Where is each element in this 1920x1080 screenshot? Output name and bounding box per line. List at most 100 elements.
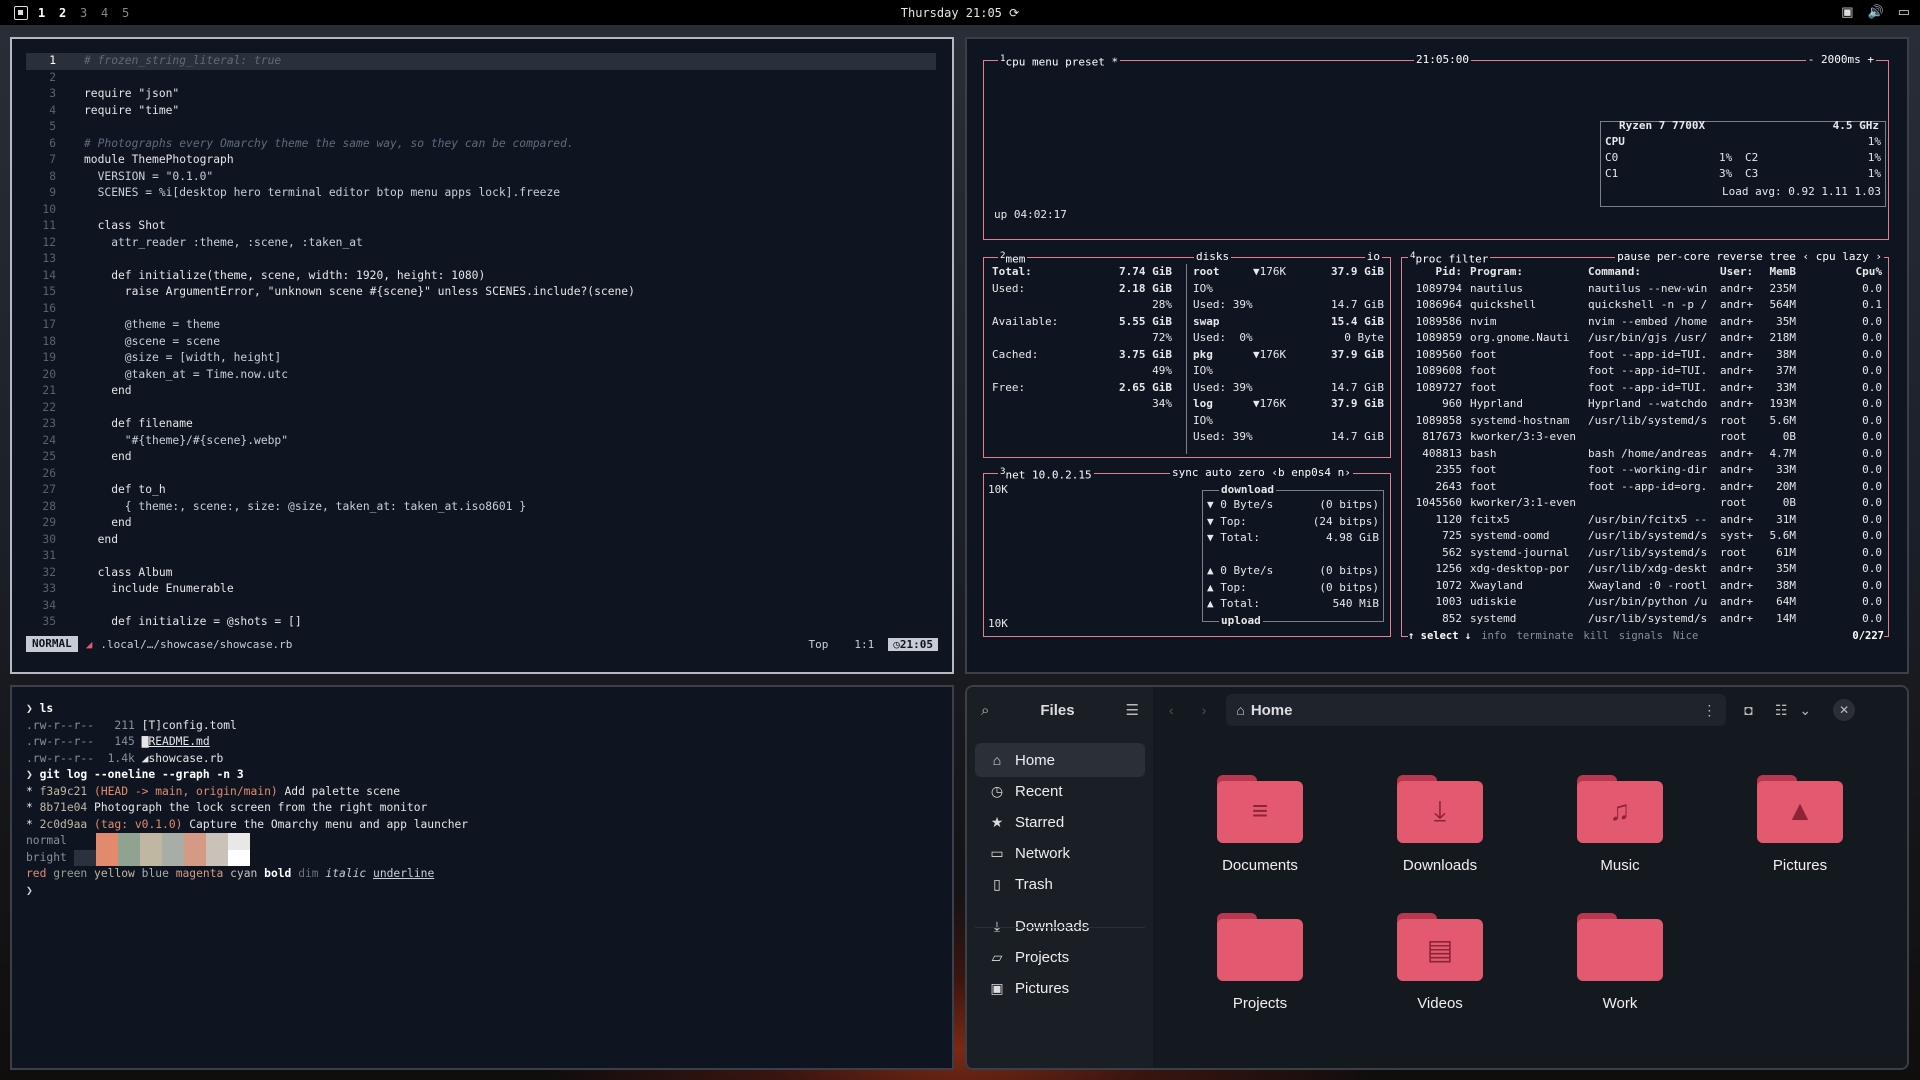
location-bar[interactable]: ⌂ Home ⋮ [1226,694,1727,726]
update-icon[interactable]: ⟳ [1009,6,1019,20]
proc-cell-pid[interactable]: 817673 [1406,429,1462,446]
proc-cell-cmd[interactable]: quickshell -n -p / [1588,297,1718,314]
location-menu-icon[interactable]: ⋮ [1702,702,1716,719]
proc-cell-cmd[interactable]: /usr/lib/systemd/s [1588,611,1718,628]
screen-record-icon[interactable]: ▣ [1841,4,1853,20]
proc-cell-cpu[interactable]: 0.0 [1838,545,1882,562]
proc-cell-pid[interactable]: 1089858 [1406,413,1462,430]
proc-cell-cmd[interactable]: /usr/bin/gjs /usr/ [1588,330,1718,347]
proc-cell-cpu[interactable]: 0.0 [1838,380,1882,397]
proc-cell-user[interactable]: root [1720,545,1760,562]
search-icon[interactable]: ⌕ [981,702,989,719]
proc-cell-cmd[interactable]: foot --app-id=TUI. [1588,363,1718,380]
menu-button[interactable]: menu [1032,56,1059,69]
proc-cell-mem[interactable]: 0B [1762,495,1796,512]
proc-cell-pid[interactable]: 725 [1406,528,1462,545]
proc-cell-user[interactable]: andr+ [1720,314,1760,331]
proc-cell-pid[interactable]: 1120 [1406,512,1463,529]
proc-cell-pid[interactable]: 1045560 [1406,495,1462,512]
proc-cell-cpu[interactable]: 0.0 [1838,429,1882,446]
net-options[interactable]: sync auto zero ‹b enp0s4 n› [1170,466,1353,479]
sidebar-item-network[interactable]: ▭ Network [975,836,1145,870]
proc-cell-cpu[interactable]: 0.0 [1838,314,1882,331]
close-icon[interactable]: ✕ [1833,699,1856,721]
proc-cell-cpu[interactable]: 0.0 [1838,462,1882,479]
display-icon[interactable]: ▭ [1898,4,1910,20]
proc-cell-mem[interactable]: 0B [1762,429,1796,446]
proc-cell-user[interactable]: andr+ [1720,446,1760,463]
proc-cell-cpu[interactable]: 0.0 [1838,528,1882,545]
sidebar-item-recent[interactable]: ◷ Recent [975,774,1145,808]
proc-cell-user[interactable]: andr+ [1720,363,1760,380]
proc-cell-user[interactable]: andr+ [1720,594,1760,611]
proc-header-mem[interactable]: MemB [1762,264,1797,281]
proc-cell-user[interactable]: andr+ [1720,578,1760,595]
proc-header-cmd[interactable]: Command: [1588,264,1718,281]
sidebar-item-downloads[interactable]: ⤓ Downloads [975,909,1145,943]
select-hint[interactable]: ↑ select ↓ [1408,630,1471,644]
proc-cell-prog[interactable]: foot [1470,462,1580,479]
proc-cell-prog[interactable]: systemd-hostnam [1470,413,1580,430]
folder-pictures[interactable]: ▲ Pictures [1745,775,1855,874]
terminal-output[interactable]: ❯ ls .rw-r--r-- 211 [T]config.toml .rw-r--… [26,701,926,899]
folder-work[interactable]: Work [1565,913,1675,1012]
proc-cell-user[interactable]: andr+ [1720,297,1760,314]
update-interval[interactable]: - 2000ms + [1805,53,1876,66]
sidebar-item-home[interactable]: ⌂ Home [975,743,1145,777]
proc-cell-prog[interactable]: kworker/3:3-even [1470,429,1580,446]
proc-cell-user[interactable]: andr+ [1720,330,1760,347]
proc-cell-mem[interactable]: 38M [1762,347,1796,364]
proc-cell-user[interactable]: andr+ [1720,479,1760,496]
final-prompt[interactable]: ❯ [26,883,926,900]
proc-cell-mem[interactable]: 193M [1762,396,1797,413]
proc-cell-cpu[interactable]: 0.0 [1838,495,1882,512]
proc-cell-mem[interactable]: 20M [1762,479,1796,496]
proc-cell-pid[interactable]: 1086964 [1406,297,1462,314]
proc-cell-pid[interactable]: 1256 [1406,561,1463,578]
proc-cell-user[interactable]: andr+ [1720,281,1760,298]
proc-cell-mem[interactable]: 31M [1762,512,1796,529]
files-window[interactable]: ⌕ Files ☰ ⌂ Home ◷ Recent ★ Starred ▭ Network ▯ T… [965,685,1909,1070]
view-options-icon[interactable]: ⌄ [1799,702,1811,719]
proc-cell-cpu[interactable]: 0.0 [1838,413,1882,430]
proc-cell-cpu[interactable]: 0.0 [1838,347,1882,364]
proc-cell-pid[interactable]: 2355 [1406,462,1463,479]
proc-cell-mem[interactable]: 38M [1762,578,1796,595]
sidebar-item-starred[interactable]: ★ Starred [975,805,1145,839]
kill-hint[interactable]: kill [1583,630,1608,644]
proc-cell-mem[interactable]: 4.7M [1762,446,1797,463]
sidebar-item-pictures[interactable]: ▣ Pictures [975,971,1145,1005]
proc-cell-pid[interactable]: 852 [1406,611,1462,628]
proc-cell-prog[interactable]: foot [1470,347,1580,364]
screenshot-icon[interactable]: ◘ [1744,702,1752,718]
proc-cell-cmd[interactable]: bash /home/andreas [1588,446,1718,463]
file-name[interactable]: showcase.rb [148,752,223,765]
proc-cell-user[interactable]: andr+ [1720,380,1760,397]
io-toggle[interactable]: io [1364,250,1382,263]
proc-cell-prog[interactable]: foot [1470,380,1580,397]
proc-cell-cmd[interactable]: foot --app-id=org. [1588,479,1718,496]
proc-cell-prog[interactable]: Xwayland [1470,578,1580,595]
proc-options[interactable]: pause per-core reverse tree ‹ cpu lazy › [1615,250,1884,263]
proc-header-cpu[interactable]: Cpu% [1838,264,1883,281]
proc-cell-cmd[interactable]: Xwayland :0 -rootl [1588,578,1718,595]
proc-cell-pid[interactable]: 562 [1406,545,1462,562]
proc-cell-pid[interactable]: 1089859 [1406,330,1462,347]
proc-cell-mem[interactable]: 235M [1762,281,1797,298]
proc-cell-cpu[interactable]: 0.0 [1838,512,1882,529]
terminate-hint[interactable]: terminate [1517,630,1574,644]
folder-projects[interactable]: Projects [1205,913,1315,1012]
proc-cell-mem[interactable]: 218M [1762,330,1797,347]
proc-cell-mem[interactable]: 5.6M [1762,413,1797,430]
clock[interactable]: Thursday 21:05 ⟳ [0,6,1920,20]
folder-downloads[interactable]: ⤓ Downloads [1385,775,1495,874]
proc-cell-cpu[interactable]: 0.0 [1838,561,1882,578]
volume-icon[interactable]: 🔊 [1868,4,1884,20]
proc-cell-pid[interactable]: 960 [1406,396,1462,413]
proc-cell-prog[interactable]: nvim [1470,314,1580,331]
proc-cell-mem[interactable]: 64M [1762,594,1796,611]
info-hint[interactable]: info [1481,630,1506,644]
proc-cell-mem[interactable]: 14M [1762,611,1796,628]
proc-cell-mem[interactable]: 564M [1762,297,1797,314]
proc-header-user[interactable]: User: [1720,264,1760,281]
